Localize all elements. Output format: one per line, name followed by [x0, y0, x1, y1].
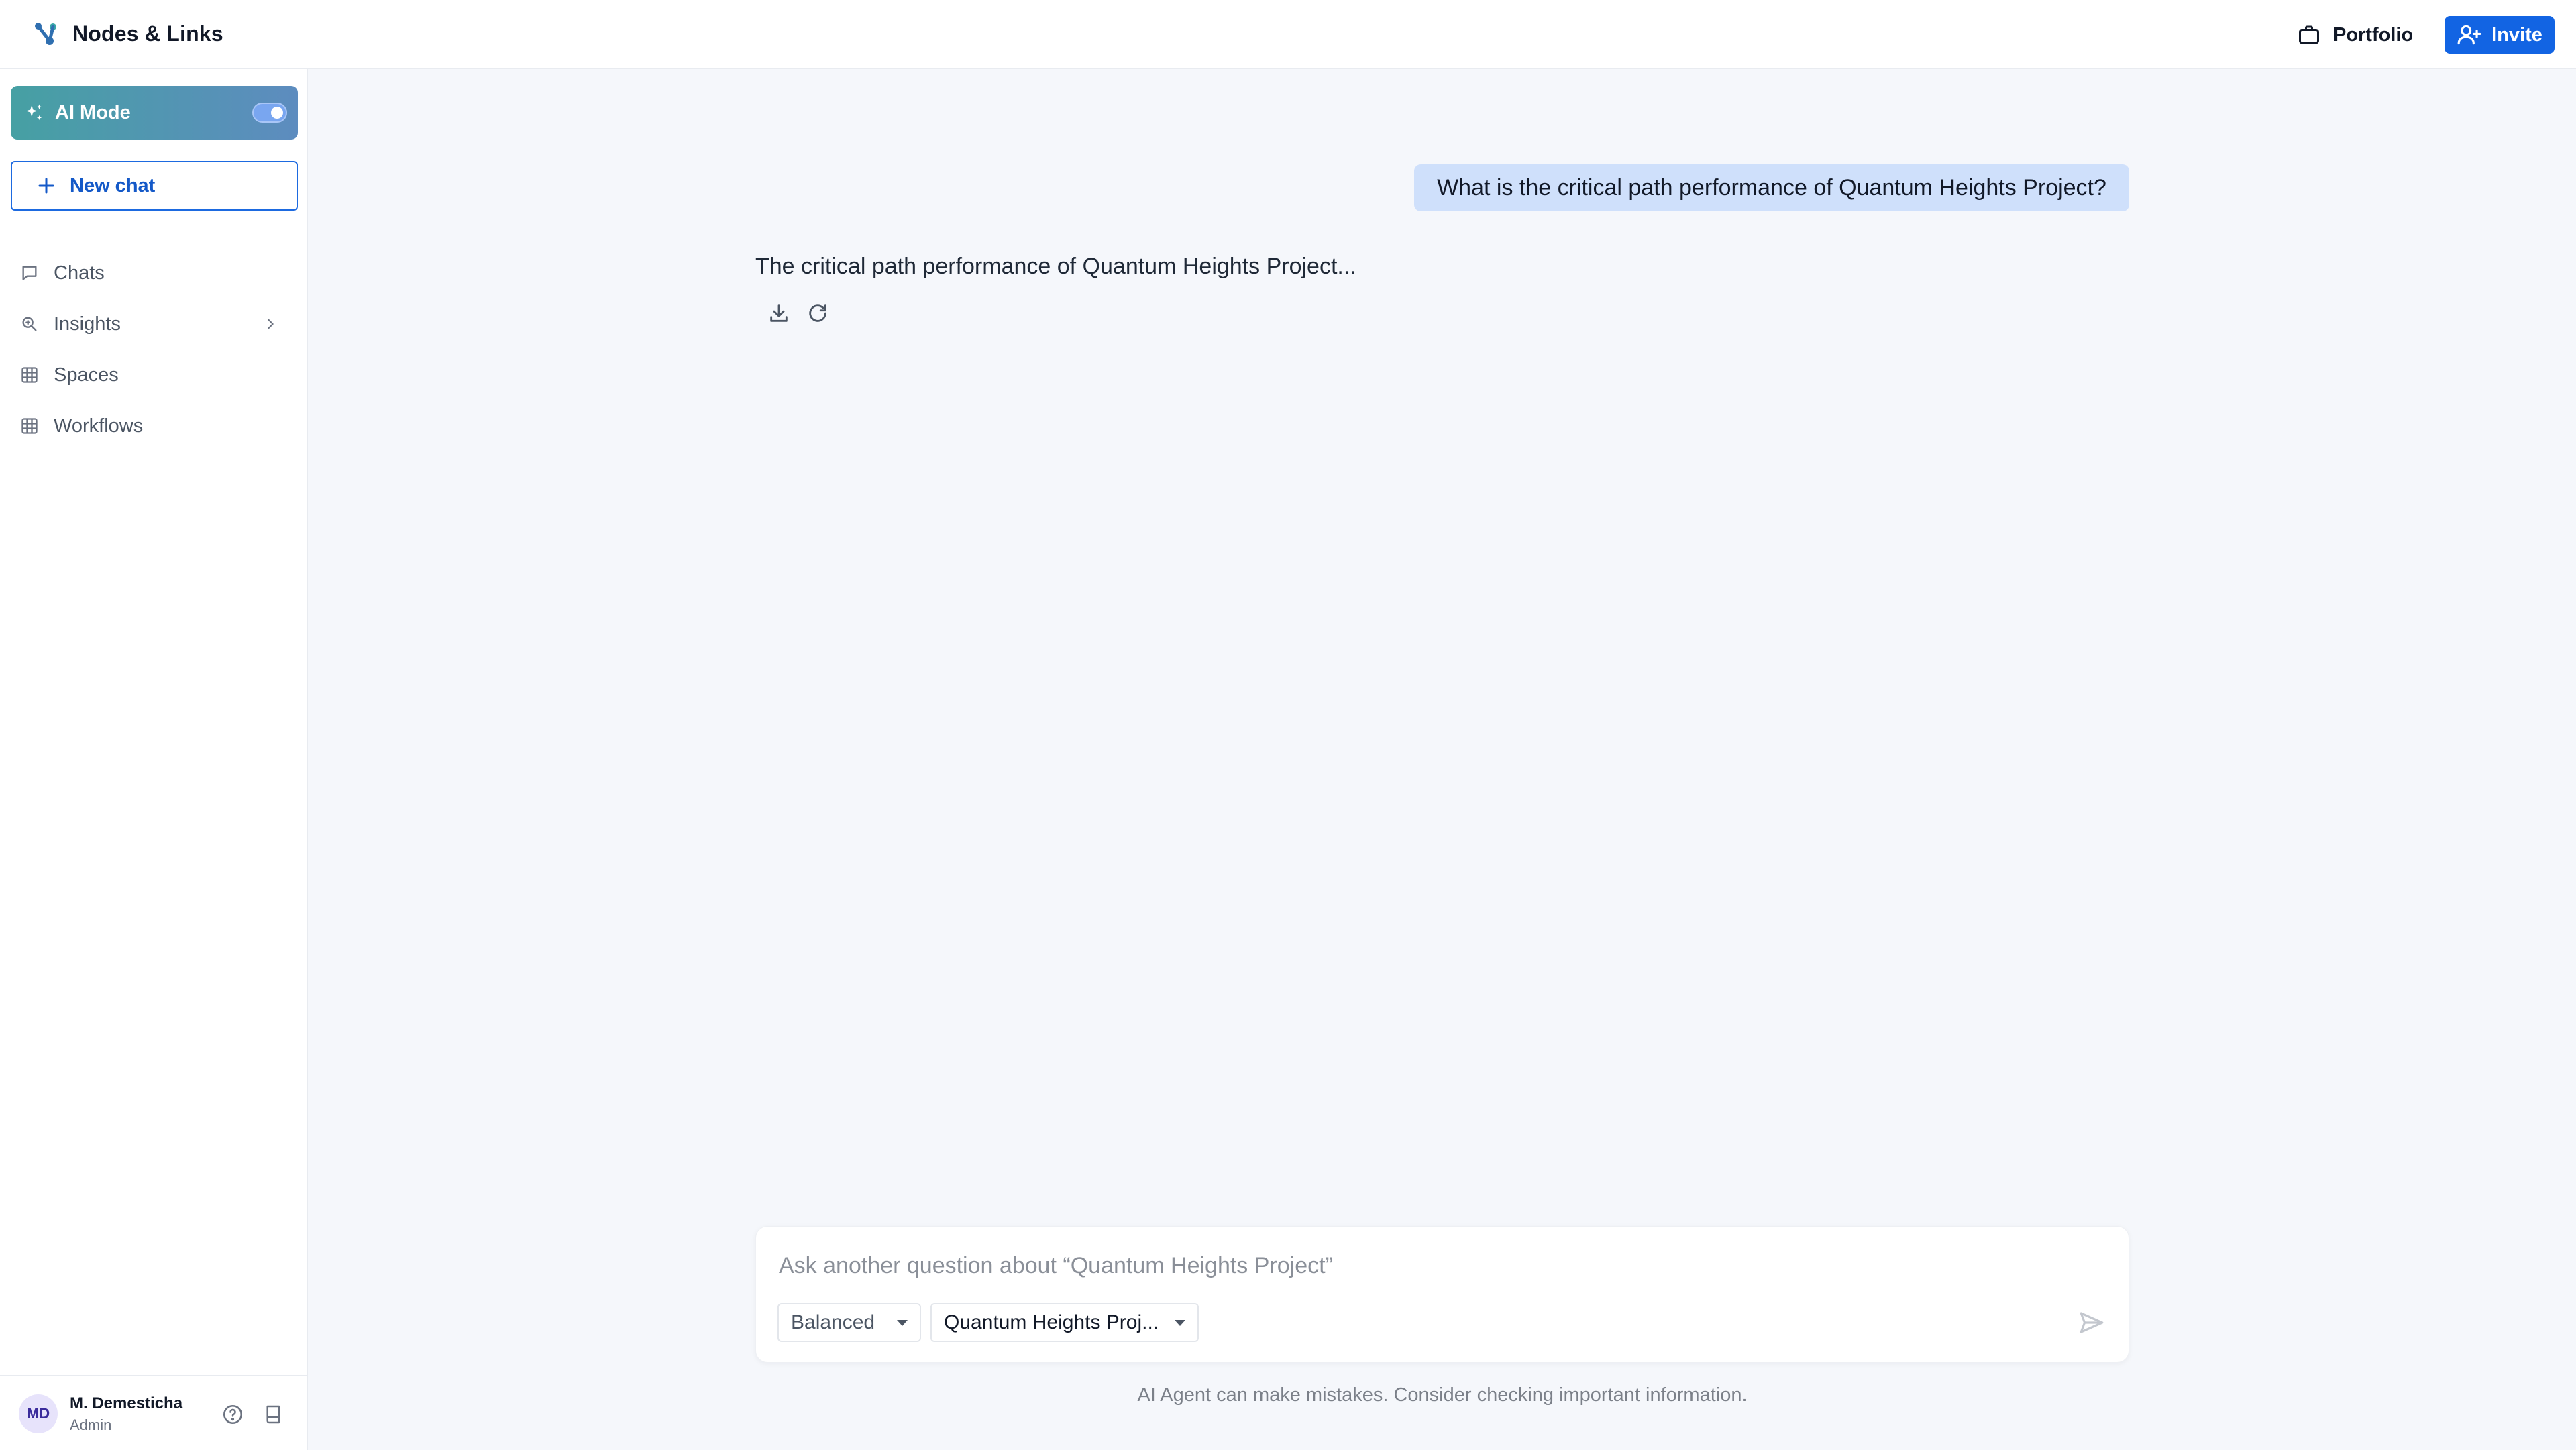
project-select-value: Quantum Heights Proj...: [944, 1311, 1159, 1333]
user-profile: MD M. Demesticha Admin: [0, 1375, 307, 1450]
sidebar-item-label: Spaces: [54, 364, 119, 386]
disclaimer: AI Agent can make mistakes. Consider che…: [1137, 1384, 1748, 1406]
caret-down-icon: [1175, 1319, 1185, 1326]
user-message: What is the critical path performance of…: [1414, 164, 2129, 211]
grid-icon: [21, 367, 38, 383]
new-chat-label: New chat: [70, 174, 156, 197]
help-icon[interactable]: [221, 1403, 244, 1426]
app-name: Nodes & Links: [72, 21, 223, 46]
invite-label: Invite: [2491, 23, 2542, 46]
sidebar: AI Mode New chat Chats Insights Spaces W…: [0, 69, 308, 1450]
refresh-icon[interactable]: [806, 302, 829, 325]
message-composer: Balanced Quantum Heights Proj...: [755, 1226, 2129, 1363]
sidebar-item-chats[interactable]: Chats: [20, 253, 288, 293]
briefcase-icon: [2299, 25, 2319, 44]
sidebar-item-insights[interactable]: Insights: [20, 304, 288, 344]
avatar[interactable]: MD: [19, 1394, 58, 1433]
project-select[interactable]: Quantum Heights Proj...: [930, 1303, 1199, 1342]
sparkle-icon: [25, 104, 42, 121]
caret-down-icon: [897, 1319, 908, 1326]
chat-bubble-icon: [22, 266, 37, 280]
grid-icon: [21, 418, 38, 434]
ai-mode-panel: AI Mode: [11, 86, 298, 140]
portfolio-label: Portfolio: [2333, 23, 2414, 46]
sidebar-item-spaces[interactable]: Spaces: [20, 355, 288, 395]
assistant-message: The critical path performance of Quantum…: [755, 254, 1356, 279]
portfolio-button[interactable]: Portfolio: [2297, 19, 2413, 51]
book-icon[interactable]: [263, 1403, 284, 1426]
question-input[interactable]: [777, 1247, 2092, 1284]
top-bar: Nodes & Links Portfolio Invite: [0, 0, 2576, 69]
toggle-knob: [271, 107, 283, 119]
mode-select[interactable]: Balanced: [777, 1303, 921, 1342]
ai-mode-toggle[interactable]: [252, 103, 287, 123]
new-chat-button[interactable]: New chat: [11, 161, 298, 211]
sidebar-item-label: Chats: [54, 262, 105, 284]
sidebar-item-label: Insights: [54, 313, 121, 335]
send-icon[interactable]: [2078, 1308, 2106, 1337]
invite-button[interactable]: Invite: [2445, 16, 2555, 54]
brand[interactable]: Nodes & Links: [32, 20, 223, 47]
sidebar-item-label: Workflows: [54, 414, 144, 437]
search-zoom-icon: [22, 317, 37, 331]
ai-mode-label: AI Mode: [55, 101, 131, 123]
user-name: M. Demesticha: [70, 1394, 183, 1412]
mode-select-value: Balanced: [791, 1311, 875, 1333]
sidebar-item-workflows[interactable]: Workflows: [20, 406, 288, 446]
user-role: Admin: [70, 1416, 112, 1433]
nodes-logo-icon: [35, 23, 56, 45]
message-actions: [767, 302, 829, 325]
chevron-right-icon: [268, 319, 274, 329]
download-icon[interactable]: [767, 302, 790, 325]
add-user-icon: [2457, 25, 2481, 45]
plus-icon: [38, 178, 54, 194]
